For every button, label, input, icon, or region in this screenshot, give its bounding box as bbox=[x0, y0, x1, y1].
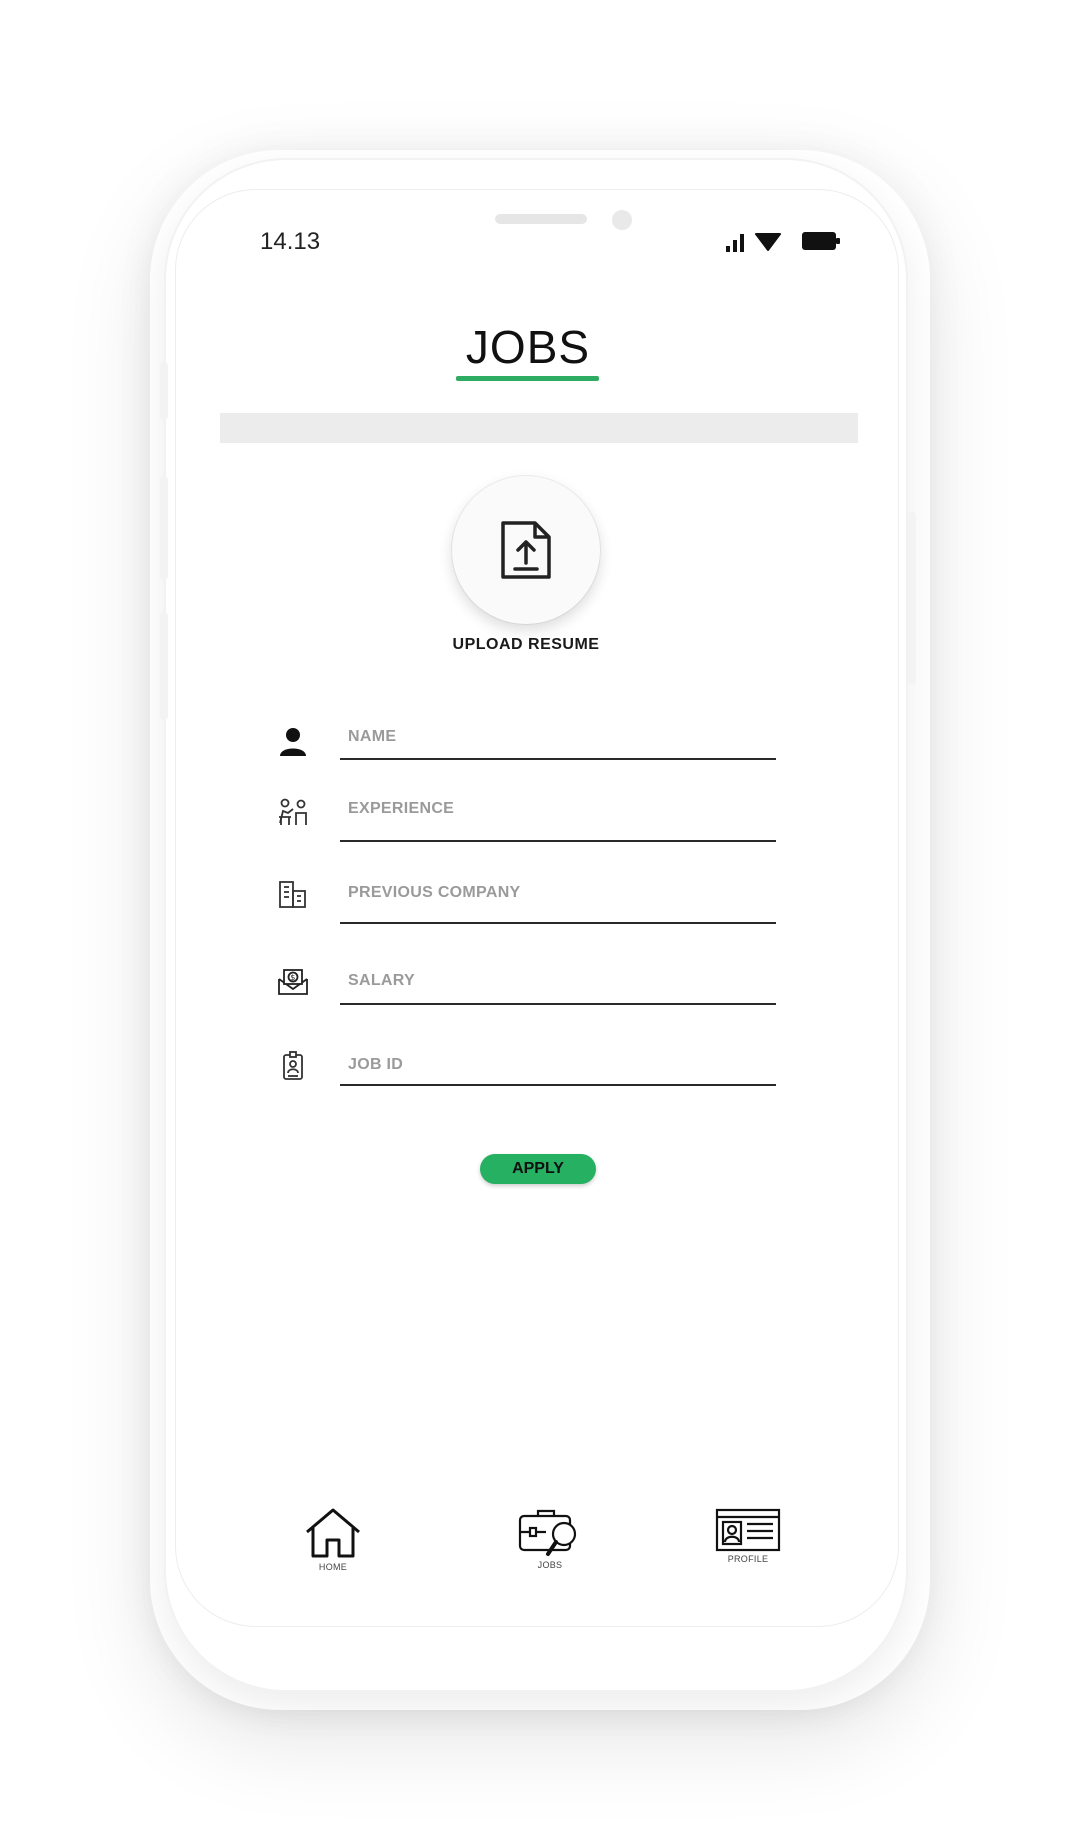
previous-company-field[interactable] bbox=[340, 876, 776, 910]
device-speaker bbox=[495, 214, 587, 224]
job-id-field[interactable] bbox=[340, 1048, 776, 1082]
device-side-button bbox=[160, 612, 168, 720]
page-title: JOBS bbox=[465, 321, 591, 373]
experience-icon bbox=[275, 794, 311, 830]
device-camera bbox=[612, 210, 632, 230]
job-id-field-underline bbox=[340, 1084, 776, 1086]
battery-icon bbox=[802, 232, 840, 250]
name-field-underline bbox=[340, 758, 776, 760]
wifi-icon bbox=[755, 233, 781, 251]
experience-field-underline bbox=[340, 840, 776, 842]
previous-company-field-underline bbox=[340, 922, 776, 924]
nav-label-home: HOME bbox=[318, 1562, 348, 1572]
home-icon bbox=[306, 1508, 360, 1558]
jobs-search-icon bbox=[518, 1509, 577, 1556]
device-side-button bbox=[908, 512, 916, 684]
status-time: 14.13 bbox=[260, 228, 321, 255]
upload-resume-button[interactable] bbox=[452, 476, 600, 624]
person-icon bbox=[275, 724, 311, 760]
nav-item-jobs[interactable]: JOBS bbox=[512, 1508, 588, 1570]
nav-item-profile[interactable]: PROFILE bbox=[712, 1508, 784, 1564]
salary-field[interactable] bbox=[340, 964, 776, 998]
signal-icon bbox=[726, 234, 744, 252]
building-icon bbox=[275, 876, 311, 912]
experience-field[interactable] bbox=[340, 792, 776, 826]
upload-file-icon bbox=[501, 521, 551, 579]
status-icons bbox=[726, 232, 840, 252]
name-field[interactable] bbox=[340, 720, 776, 754]
title-underline bbox=[456, 376, 599, 381]
profile-card-icon bbox=[715, 1508, 781, 1552]
nav-label-jobs: JOBS bbox=[537, 1560, 563, 1570]
salary-field-underline bbox=[340, 1003, 776, 1005]
device-side-button bbox=[160, 476, 168, 580]
svg-text:$: $ bbox=[290, 973, 295, 982]
upload-resume-label: UPLOAD RESUME bbox=[452, 636, 600, 653]
nav-label-profile: PROFILE bbox=[727, 1554, 769, 1564]
nav-item-home[interactable]: HOME bbox=[298, 1506, 368, 1572]
salary-icon: $ bbox=[275, 964, 311, 1000]
apply-button[interactable]: APPLY bbox=[480, 1154, 596, 1184]
header-divider-bar bbox=[220, 413, 858, 443]
id-badge-icon bbox=[275, 1048, 311, 1084]
